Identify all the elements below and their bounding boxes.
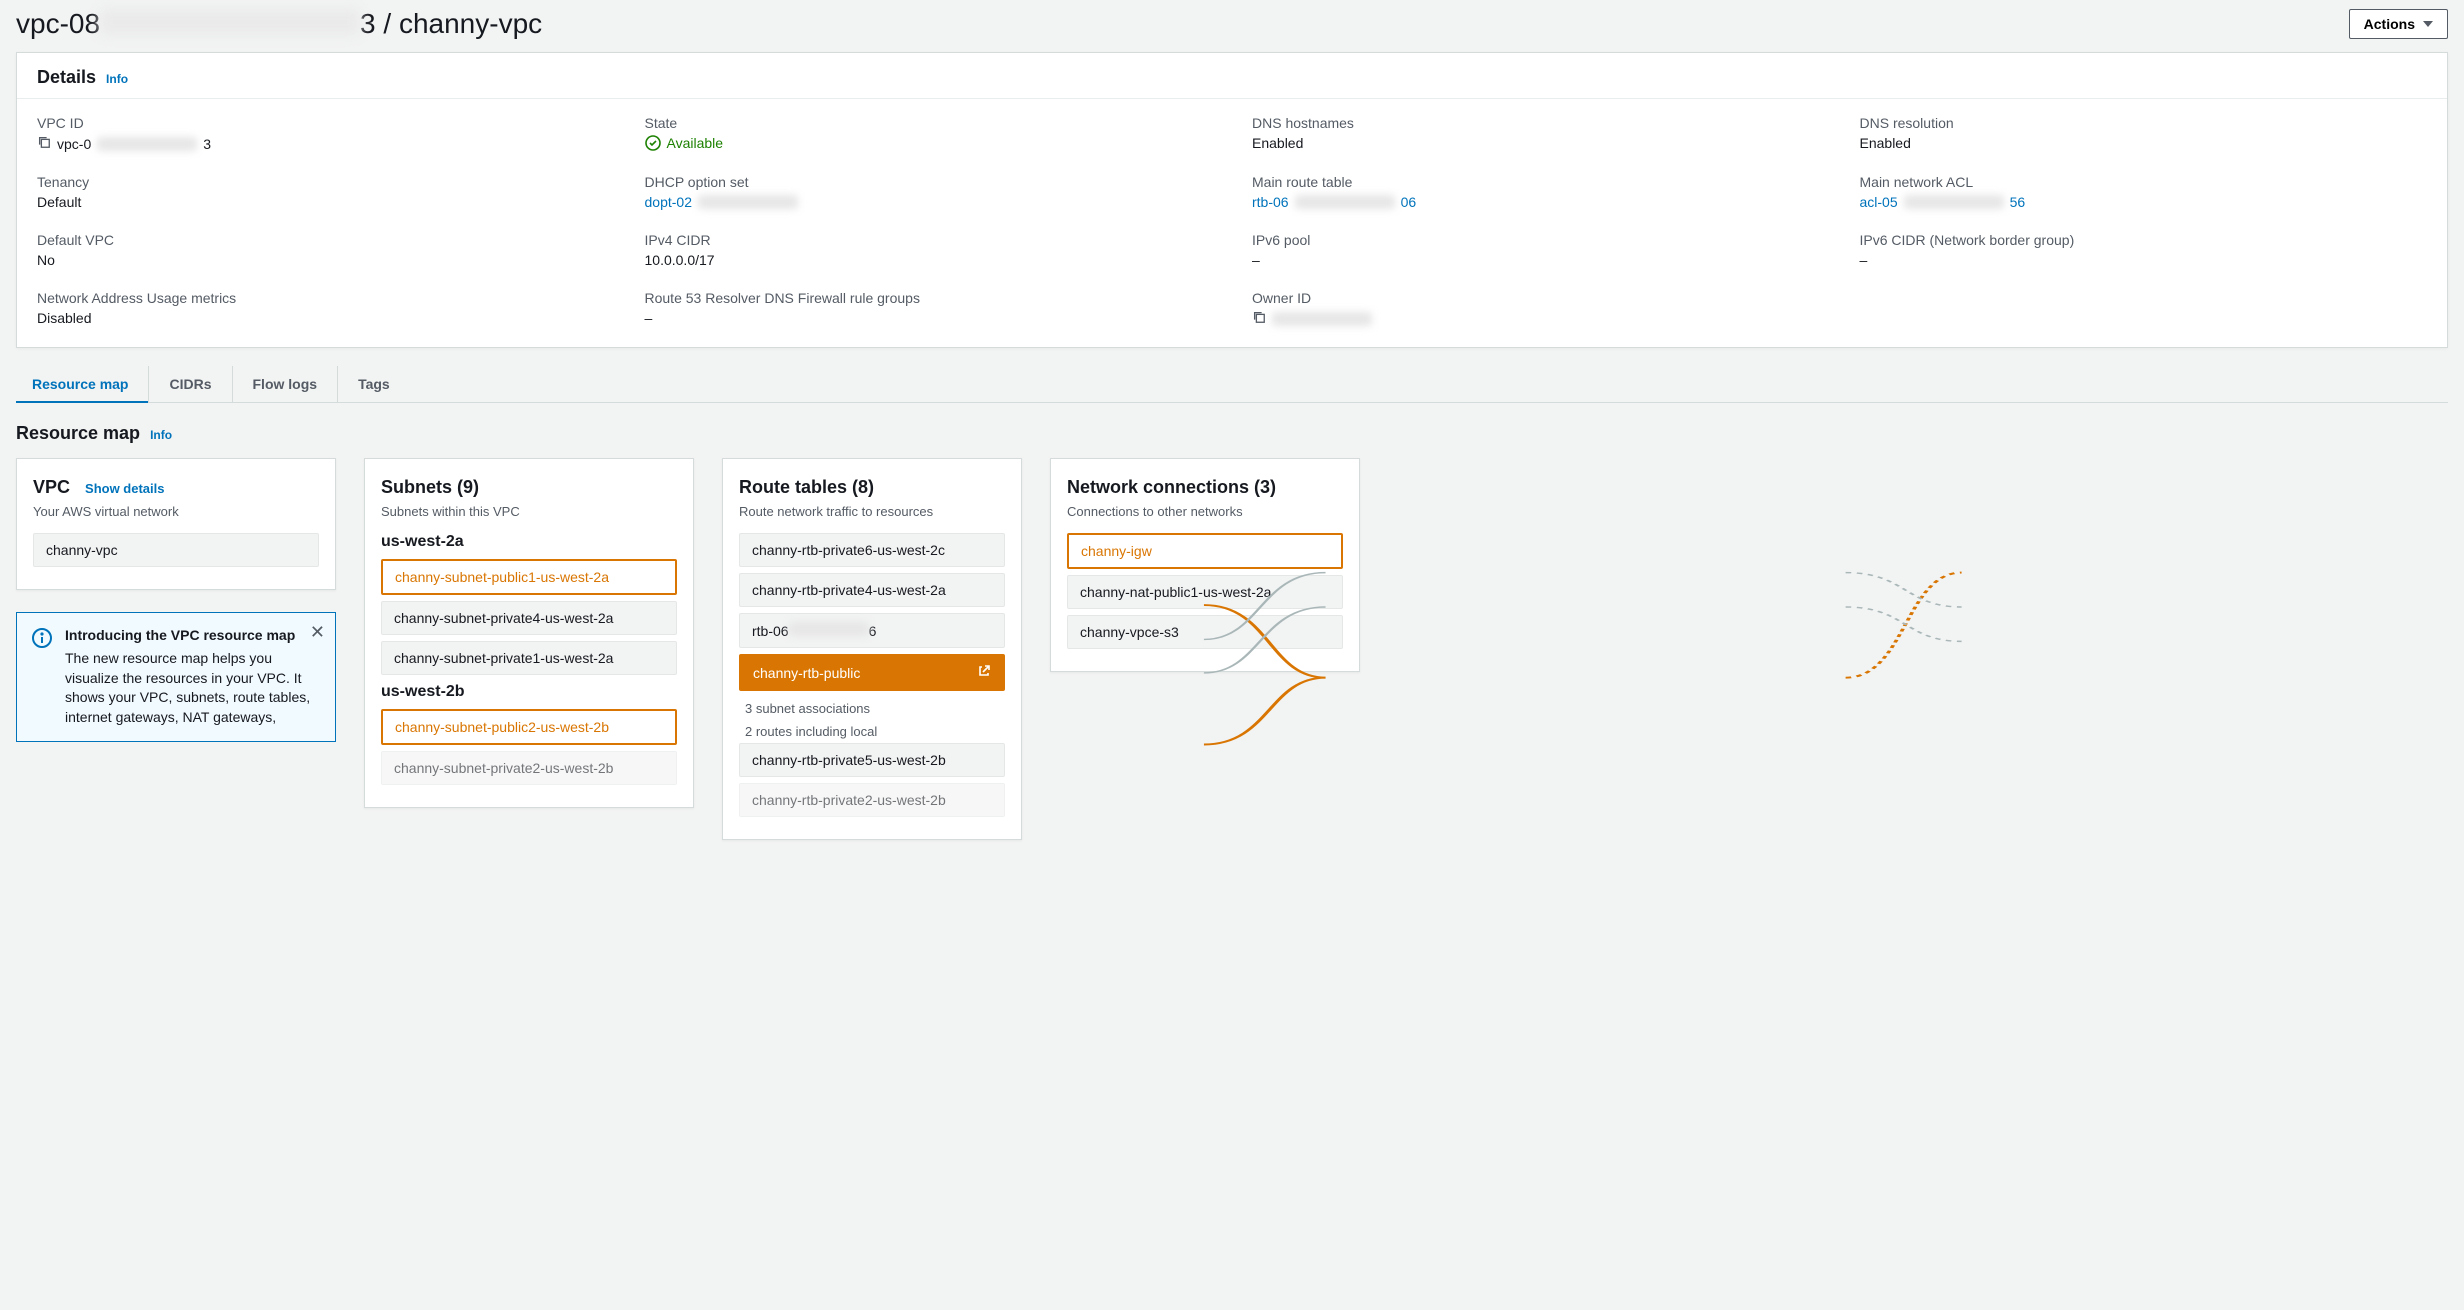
- detail-owner-id: Owner ID: [1252, 290, 1820, 327]
- resource-map-heading: Resource map: [16, 423, 140, 444]
- vpc-card: VPC Show details Your AWS virtual networ…: [16, 458, 336, 590]
- details-heading: Details: [37, 67, 96, 88]
- intro-alert: Introducing the VPC resource map The new…: [16, 612, 336, 742]
- dhcp-link[interactable]: dopt-02: [645, 194, 692, 210]
- resource-map-info-link[interactable]: Info: [150, 428, 172, 442]
- tab-cidrs[interactable]: CIDRs: [149, 366, 232, 402]
- alert-title: Introducing the VPC resource map: [65, 627, 321, 643]
- nc-item[interactable]: channy-igw: [1067, 533, 1343, 569]
- route-tables-card: Route tables (8) Route network traffic t…: [722, 458, 1022, 840]
- nc-subtitle: Connections to other networks: [1067, 504, 1343, 519]
- page-title: vpc-08 3 / channy-vpc: [16, 8, 542, 40]
- show-details-link[interactable]: Show details: [85, 481, 164, 496]
- subnet-item[interactable]: channy-subnet-private2-us-west-2b: [381, 751, 677, 785]
- nc-title: Network connections (3): [1067, 477, 1343, 498]
- redacted-segment: [1272, 312, 1372, 326]
- redacted-segment: [789, 622, 869, 636]
- rt-item[interactable]: channy-rtb-private2-us-west-2b: [739, 783, 1005, 817]
- rt-sub-info: 3 subnet associations: [739, 697, 1005, 720]
- redacted-segment: [100, 9, 360, 35]
- detail-r53: Route 53 Resolver DNS Firewall rule grou…: [645, 290, 1213, 327]
- redacted-segment: [698, 195, 798, 209]
- title-suffix: 3 / channy-vpc: [360, 8, 542, 39]
- detail-nau: Network Address Usage metrics Disabled: [37, 290, 605, 327]
- az-label: us-west-2b: [381, 683, 677, 701]
- tab-tags[interactable]: Tags: [338, 366, 410, 402]
- external-link-icon: [977, 664, 991, 681]
- detail-main-rt: Main route table rtb-0606: [1252, 174, 1820, 210]
- detail-ipv6-cidr: IPv6 CIDR (Network border group) –: [1860, 232, 2428, 268]
- chevron-down-icon: [2423, 21, 2433, 27]
- detail-vpc-id: VPC ID vpc-03: [37, 115, 605, 152]
- rt-item[interactable]: channy-rtb-private4-us-west-2a: [739, 573, 1005, 607]
- vpc-card-title: VPC: [33, 477, 70, 497]
- vpc-card-subtitle: Your AWS virtual network: [33, 504, 319, 519]
- redacted-segment: [1295, 195, 1395, 209]
- details-panel: Details Info VPC ID vpc-03 State: [16, 52, 2448, 348]
- detail-ipv6-pool: IPv6 pool –: [1252, 232, 1820, 268]
- redacted-segment: [1904, 195, 2004, 209]
- alert-body: The new resource map helps you visualize…: [65, 649, 321, 727]
- nc-item[interactable]: channy-vpce-s3: [1067, 615, 1343, 649]
- main-acl-link[interactable]: acl-05: [1860, 194, 1898, 210]
- subnet-item[interactable]: channy-subnet-public2-us-west-2b: [381, 709, 677, 745]
- redacted-segment: [97, 137, 197, 151]
- subnet-item[interactable]: channy-subnet-private1-us-west-2a: [381, 641, 677, 675]
- subnet-item[interactable]: channy-subnet-public1-us-west-2a: [381, 559, 677, 595]
- detail-tenancy: Tenancy Default: [37, 174, 605, 210]
- rt-item[interactable]: channy-rtb-private5-us-west-2b: [739, 743, 1005, 777]
- detail-state: State Available: [645, 115, 1213, 152]
- detail-default-vpc: Default VPC No: [37, 232, 605, 268]
- vpc-item[interactable]: channy-vpc: [33, 533, 319, 567]
- actions-button[interactable]: Actions: [2349, 9, 2448, 39]
- copy-icon[interactable]: [37, 135, 51, 152]
- rt-item-selected[interactable]: channy-rtb-public: [739, 654, 1005, 691]
- rt-item[interactable]: rtb-066: [739, 613, 1005, 648]
- subnets-title: Subnets (9): [381, 477, 677, 498]
- detail-dns-resolution: DNS resolution Enabled: [1860, 115, 2428, 152]
- nc-item[interactable]: channy-nat-public1-us-west-2a: [1067, 575, 1343, 609]
- subnets-subtitle: Subnets within this VPC: [381, 504, 677, 519]
- details-info-link[interactable]: Info: [106, 72, 128, 86]
- tabs: Resource map CIDRs Flow logs Tags: [16, 366, 2448, 403]
- rt-subtitle: Route network traffic to resources: [739, 504, 1005, 519]
- check-circle-icon: [645, 135, 661, 151]
- title-prefix: vpc-08: [16, 8, 100, 39]
- detail-main-acl: Main network ACL acl-0556: [1860, 174, 2428, 210]
- rt-title: Route tables (8): [739, 477, 1005, 498]
- copy-icon[interactable]: [1252, 310, 1266, 327]
- network-connections-card: Network connections (3) Connections to o…: [1050, 458, 1360, 672]
- subnets-card: Subnets (9) Subnets within this VPC us-w…: [364, 458, 694, 808]
- detail-ipv4-cidr: IPv4 CIDR 10.0.0.0/17: [645, 232, 1213, 268]
- actions-label: Actions: [2364, 16, 2415, 32]
- az-label: us-west-2a: [381, 533, 677, 551]
- rt-sub-info: 2 routes including local: [739, 720, 1005, 743]
- subnet-item[interactable]: channy-subnet-private4-us-west-2a: [381, 601, 677, 635]
- tab-flow-logs[interactable]: Flow logs: [233, 366, 339, 402]
- detail-dhcp: DHCP option set dopt-02: [645, 174, 1213, 210]
- main-rt-link[interactable]: rtb-06: [1252, 194, 1289, 210]
- info-icon: [31, 627, 53, 727]
- rt-item[interactable]: channy-rtb-private6-us-west-2c: [739, 533, 1005, 567]
- detail-dns-hostnames: DNS hostnames Enabled: [1252, 115, 1820, 152]
- close-icon[interactable]: ✕: [310, 623, 325, 641]
- tab-resource-map[interactable]: Resource map: [16, 366, 149, 402]
